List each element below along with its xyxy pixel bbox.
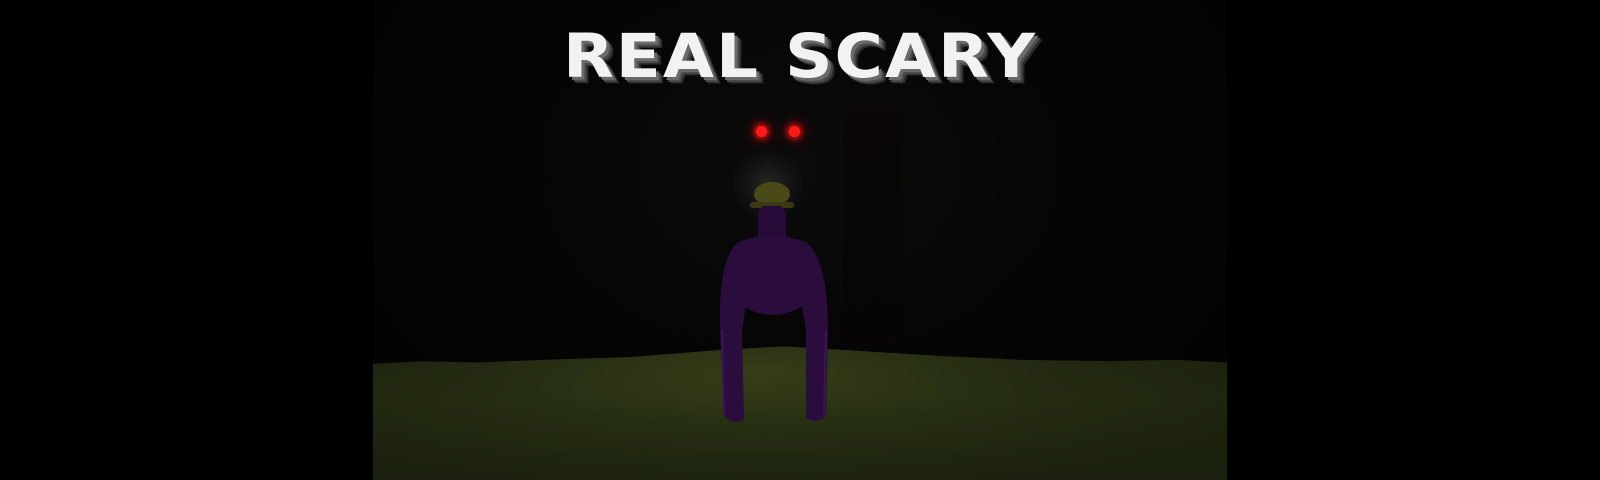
background-wall	[843, 110, 903, 340]
red-glowing-eyes-icon	[756, 126, 806, 140]
left-eye	[756, 126, 767, 137]
left-arm	[719, 242, 754, 422]
right-arm	[794, 242, 828, 421]
game-title: REAL SCARY	[562, 21, 1038, 92]
right-eye	[789, 126, 800, 137]
game-scene: REAL SCARY	[0, 0, 1600, 480]
purple-gorilla-icon	[719, 182, 828, 422]
